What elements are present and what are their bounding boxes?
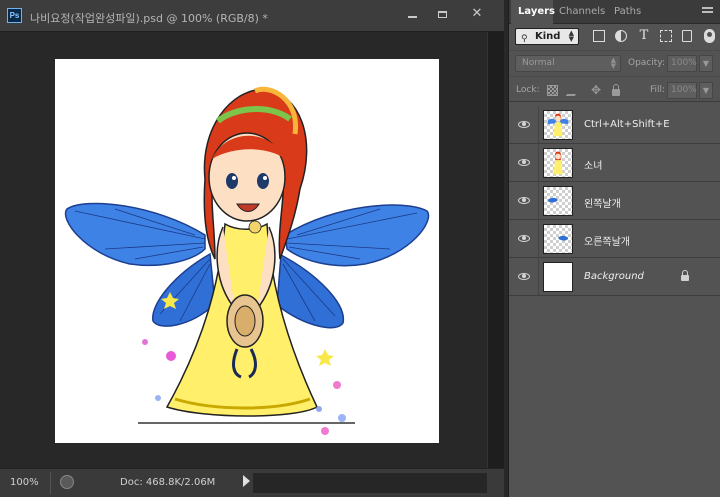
layer-thumbnail <box>543 110 573 140</box>
maximize-icon <box>437 10 447 18</box>
filter-kind-value: Kind <box>535 31 561 42</box>
filter-kind-select[interactable]: ⚲ Kind ▲ ▼ <box>515 28 579 45</box>
vertical-scrollbar[interactable] <box>487 32 504 468</box>
smart-object-filter-icon[interactable] <box>682 30 692 42</box>
lock-position-icon[interactable]: ✥ <box>591 84 602 96</box>
panel-menu-icon[interactable] <box>702 7 713 17</box>
fill-label: Fill: <box>650 85 666 95</box>
layer-thumbnail <box>543 224 573 254</box>
layer-name: 왼쪽날개 <box>584 199 621 210</box>
close-button[interactable]: ✕ <box>462 6 492 22</box>
layer-lock-icon <box>681 270 689 281</box>
eye-icon[interactable] <box>518 119 530 131</box>
layer-row[interactable]: Background <box>509 258 720 296</box>
layer-name: 소녀 <box>584 161 603 172</box>
layer-row[interactable]: Ctrl+Alt+Shift+E <box>509 106 720 144</box>
eye-icon[interactable] <box>518 195 530 207</box>
fill-input[interactable]: 100% <box>667 82 697 99</box>
lock-image-pixels-icon[interactable] <box>565 85 582 96</box>
opacity-label: Opacity: <box>628 58 665 68</box>
dropdown-arrows-icon: ▲ ▼ <box>568 29 574 43</box>
layers-panel: Layers Channels Paths ⚲ Kind ▲ ▼ T Normal… <box>508 0 720 497</box>
image-canvas[interactable] <box>55 59 439 443</box>
close-icon: ✕ <box>471 6 483 21</box>
status-menu-arrow-icon[interactable] <box>243 475 250 487</box>
fill-slider-arrow-icon[interactable]: ▼ <box>699 82 713 99</box>
right-wing <box>276 204 430 329</box>
type-filter-icon[interactable]: T <box>638 29 650 42</box>
document-title: 나비요정(작업완성파일).psd @ 100% (RGB/8) * <box>30 12 268 25</box>
layer-thumbnail <box>543 148 573 178</box>
tab-channels[interactable]: Channels <box>559 0 605 24</box>
status-bar: 100% Doc: 468.8K/2.06M <box>0 468 504 497</box>
photoshop-logo-icon: Ps <box>7 8 22 23</box>
tab-paths[interactable]: Paths <box>614 0 641 24</box>
blend-mode-select[interactable]: Normal ▲ ▼ <box>515 55 621 72</box>
minimize-button[interactable] <box>397 6 427 22</box>
canvas-area[interactable] <box>0 32 487 468</box>
status-info-icon[interactable] <box>60 475 74 489</box>
layer-thumbnail <box>543 186 573 216</box>
filter-toggle-icon[interactable] <box>704 29 715 43</box>
opacity-slider-arrow-icon[interactable]: ▼ <box>699 55 713 72</box>
tab-layers[interactable]: Layers <box>511 0 555 24</box>
layer-row[interactable]: 왼쪽날개 <box>509 182 720 220</box>
layer-row[interactable]: 소녀 <box>509 144 720 182</box>
minimize-icon <box>407 15 417 18</box>
zoom-level[interactable]: 100% <box>10 477 39 488</box>
adjustment-filter-icon[interactable] <box>615 30 627 42</box>
layer-thumbnail <box>543 262 573 292</box>
layer-row[interactable]: 오른쪽날개 <box>509 220 720 258</box>
lock-all-icon[interactable] <box>612 84 620 96</box>
eye-icon[interactable] <box>518 271 530 283</box>
document-titlebar[interactable]: Ps 나비요정(작업완성파일).psd @ 100% (RGB/8) * ✕ <box>0 0 504 32</box>
panel-empty-area <box>509 296 720 497</box>
horizontal-scrollbar[interactable] <box>253 473 487 493</box>
blend-row: Normal ▲ ▼ Opacity: 100% ▼ <box>509 50 720 76</box>
left-wing <box>64 202 216 327</box>
shape-filter-icon[interactable] <box>660 30 672 42</box>
layer-name: Background <box>584 271 644 282</box>
layer-filter-row: ⚲ Kind ▲ ▼ T <box>509 24 720 50</box>
search-icon: ⚲ <box>521 34 528 44</box>
layer-name: Ctrl+Alt+Shift+E <box>584 119 670 130</box>
panel-tabs: Layers Channels Paths <box>509 0 720 24</box>
maximize-button[interactable] <box>427 6 457 22</box>
blend-mode-value: Normal <box>522 58 555 68</box>
eye-icon[interactable] <box>518 157 530 169</box>
layer-name: 오른쪽날개 <box>584 237 630 248</box>
layers-list: Ctrl+Alt+Shift+E 소녀 왼쪽날개 오른쪽날개 Backgroun… <box>509 106 720 296</box>
fairy-artwork <box>64 86 430 435</box>
status-divider <box>50 472 51 494</box>
dropdown-arrows-icon: ▲ ▼ <box>610 56 616 70</box>
lock-transparent-pixels-icon[interactable] <box>547 85 558 96</box>
lock-row: Lock: ✥ Fill: 100% ▼ <box>509 76 720 102</box>
lock-label: Lock: <box>516 85 540 95</box>
opacity-input[interactable]: 100% <box>667 55 697 72</box>
document-info: Doc: 468.8K/2.06M <box>120 477 216 488</box>
document-window: Ps 나비요정(작업완성파일).psd @ 100% (RGB/8) * ✕ 1… <box>0 0 504 497</box>
eye-icon[interactable] <box>518 233 530 245</box>
pixel-filter-icon[interactable] <box>593 30 605 42</box>
